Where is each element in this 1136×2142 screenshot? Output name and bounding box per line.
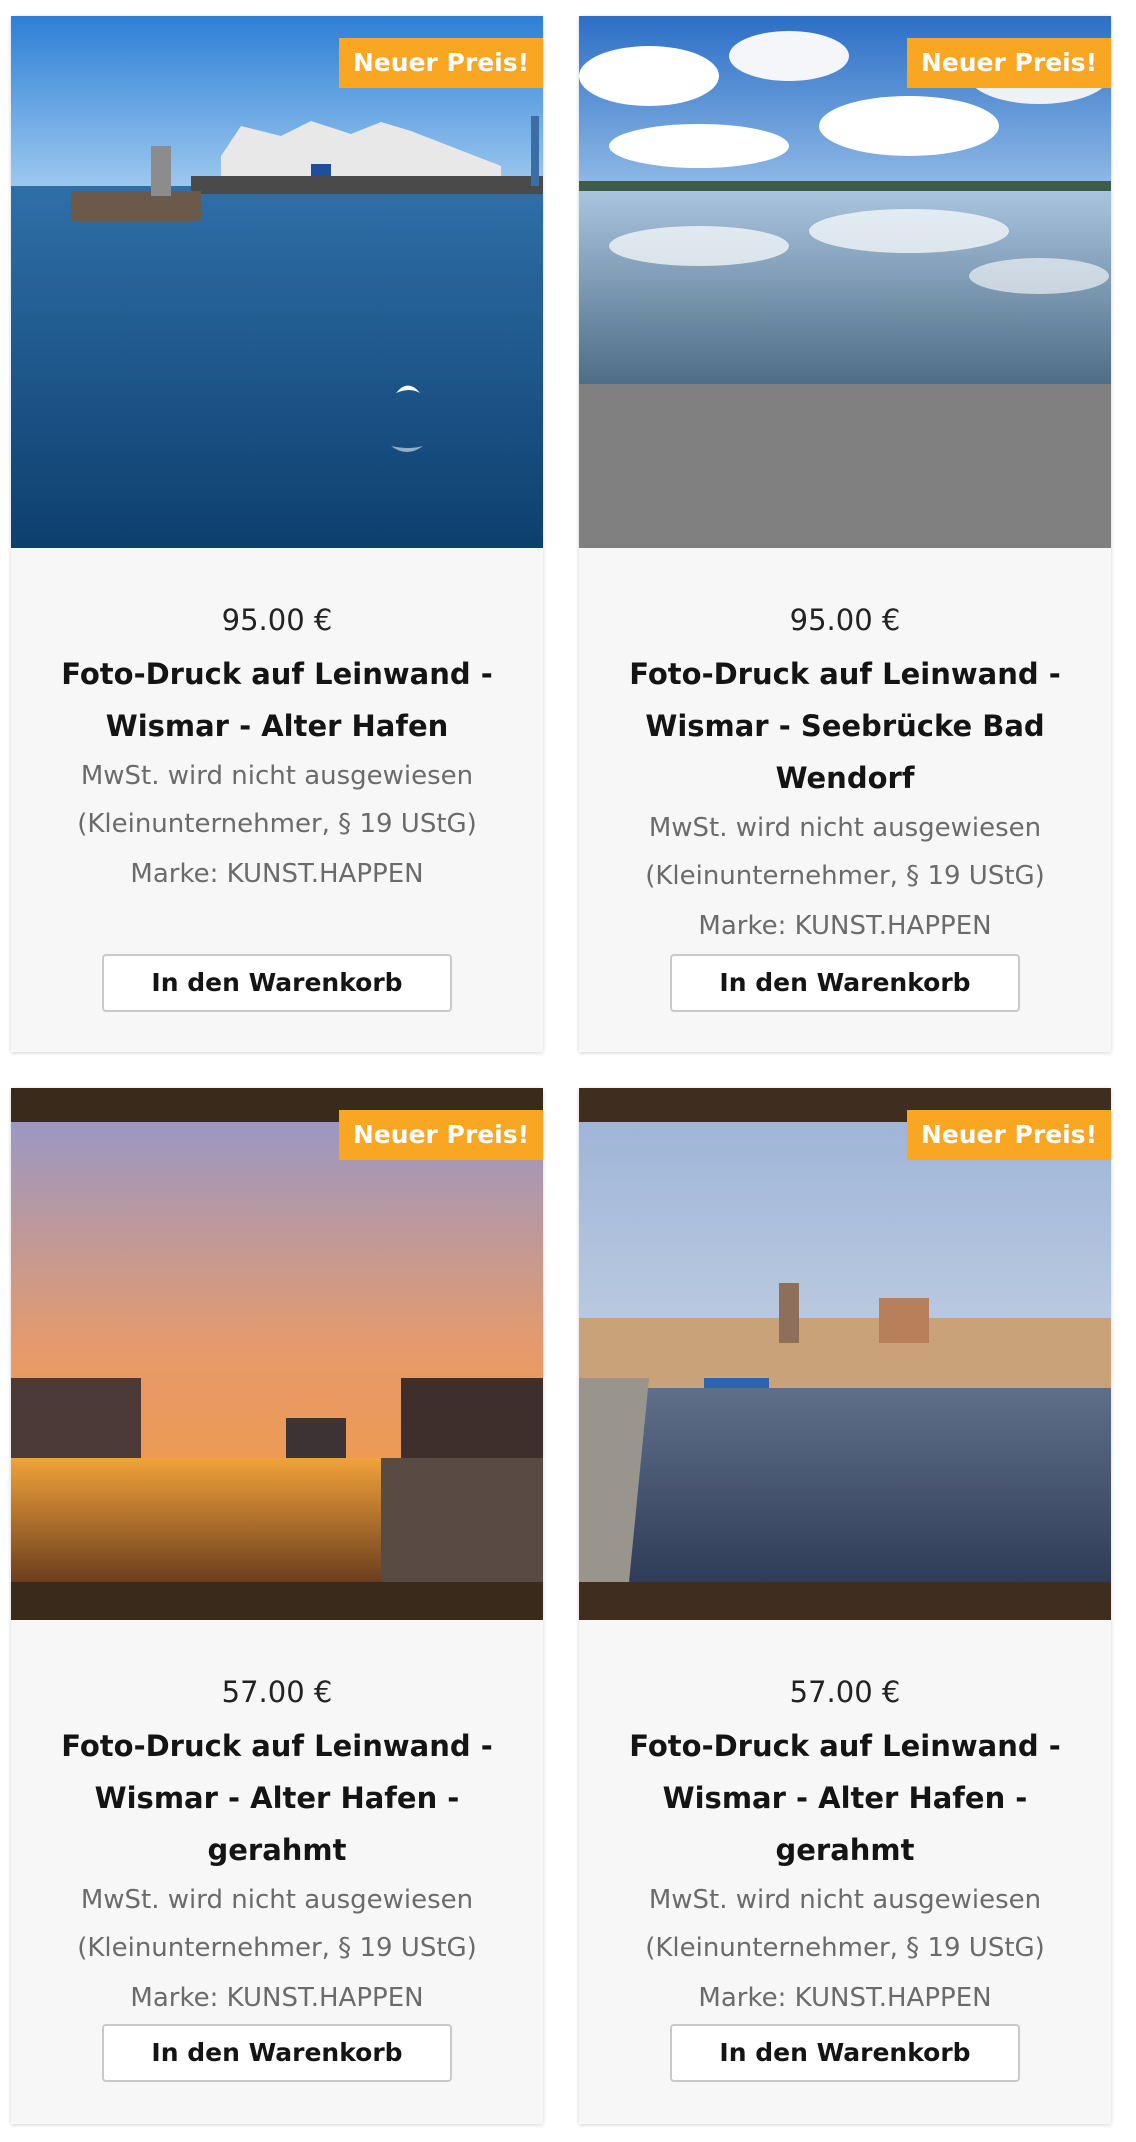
pier-photo [579,16,1111,548]
product-info: 95.00 € Foto-Druck auf Leinwand - Wismar… [11,548,543,896]
product-title[interactable]: Foto-Druck auf Leinwand - Wismar - Alter… [615,1720,1075,1876]
product-title[interactable]: Foto-Druck auf Leinwand - Wismar - Alter… [47,648,507,752]
product-brand: Marke: KUNST.HAPPEN [130,859,424,889]
new-price-badge: Neuer Preis! [906,38,1111,88]
product-price: 57.00 € [789,1675,901,1709]
vat-note: MwSt. wird nicht ausgewiesen (Kleinunter… [11,752,543,848]
product-title[interactable]: Foto-Druck auf Leinwand - Wismar - Seebr… [615,648,1075,804]
vat-note-line: (Kleinunternehmer, § 19 UStG) [645,1933,1045,1963]
vat-note-line: (Kleinunternehmer, § 19 UStG) [645,861,1045,891]
product-card: Neuer Preis! 57.00 € Foto-Druck auf Lein… [11,1088,543,2124]
vat-note-line: MwSt. wird nicht ausgewiesen [80,1885,474,1915]
product-info: 57.00 € Foto-Druck auf Leinwand - Wismar… [579,1620,1111,2020]
harbor-photo [11,16,543,548]
product-image[interactable]: Neuer Preis! [11,1088,543,1620]
add-to-cart-button[interactable]: In den Warenkorb [102,2024,452,2082]
new-price-badge: Neuer Preis! [906,1110,1111,1160]
old-harbor-photo [579,1088,1111,1620]
new-price-badge: Neuer Preis! [338,38,543,88]
product-price: 57.00 € [221,1675,333,1709]
product-image[interactable]: Neuer Preis! [11,16,543,548]
vat-note-line: (Kleinunternehmer, § 19 UStG) [77,809,477,839]
vat-note-line: MwSt. wird nicht ausgewiesen [648,1885,1042,1915]
product-brand: Marke: KUNST.HAPPEN [130,1983,424,2013]
vat-note: MwSt. wird nicht ausgewiesen (Kleinunter… [579,1876,1111,1972]
product-card: Neuer Preis! 57.00 € Foto-Druck auf Lein… [579,1088,1111,2124]
product-image[interactable]: Neuer Preis! [579,1088,1111,1620]
new-price-badge: Neuer Preis! [338,1110,543,1160]
product-price: 95.00 € [221,603,333,637]
product-brand: Marke: KUNST.HAPPEN [698,911,992,941]
product-info: 57.00 € Foto-Druck auf Leinwand - Wismar… [11,1620,543,2020]
sunset-harbor-photo [11,1088,543,1620]
product-brand: Marke: KUNST.HAPPEN [698,1983,992,2013]
vat-note: MwSt. wird nicht ausgewiesen (Kleinunter… [579,804,1111,900]
vat-note-line: MwSt. wird nicht ausgewiesen [648,813,1042,843]
product-title[interactable]: Foto-Druck auf Leinwand - Wismar - Alter… [47,1720,507,1876]
product-image[interactable]: Neuer Preis! [579,16,1111,548]
add-to-cart-button[interactable]: In den Warenkorb [670,2024,1020,2082]
product-card: Neuer Preis! 95.00 € Foto-Druck auf Lein… [11,16,543,1052]
vat-note-line: (Kleinunternehmer, § 19 UStG) [77,1933,477,1963]
vat-note-line: MwSt. wird nicht ausgewiesen [80,761,474,791]
product-price: 95.00 € [789,603,901,637]
add-to-cart-button[interactable]: In den Warenkorb [102,954,452,1012]
add-to-cart-button[interactable]: In den Warenkorb [670,954,1020,1012]
product-grid: Neuer Preis! 95.00 € Foto-Druck auf Lein… [0,0,1136,2142]
vat-note: MwSt. wird nicht ausgewiesen (Kleinunter… [11,1876,543,1972]
product-card: Neuer Preis! 95.00 € Foto-Druck auf Lein… [579,16,1111,1052]
product-info: 95.00 € Foto-Druck auf Leinwand - Wismar… [579,548,1111,948]
